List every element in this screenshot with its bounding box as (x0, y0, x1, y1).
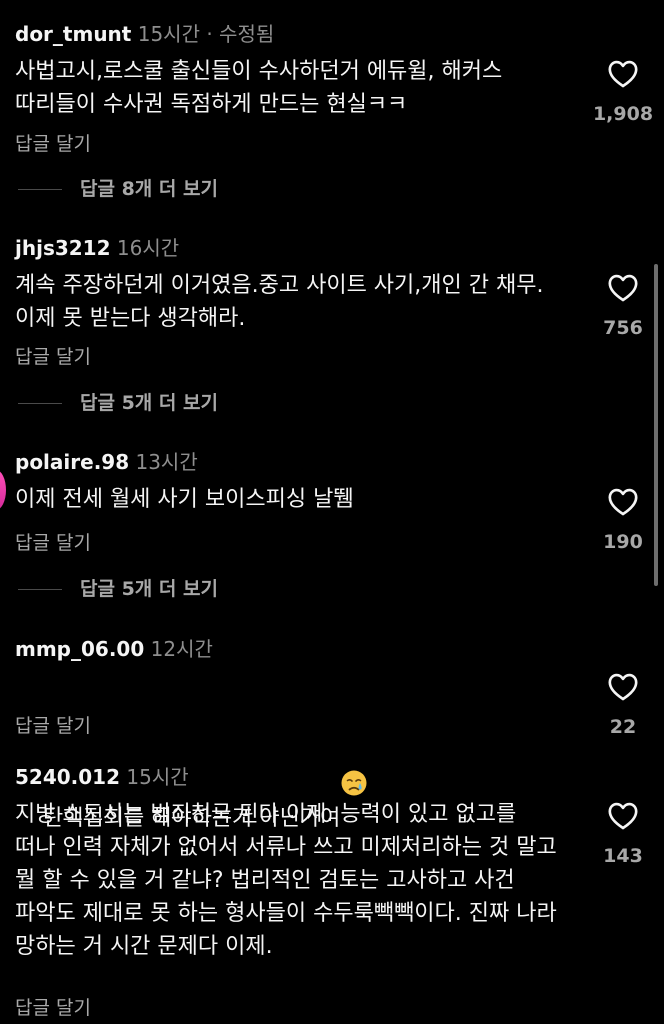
reply-button[interactable]: 답글 달기 (15, 714, 91, 738)
comment-item: 5240.012 15시간 지방 소도시는 범죄천국 된다 이제. 능력이 있고… (15, 764, 655, 1024)
like-count: 22 (609, 716, 637, 738)
reply-button[interactable]: 답글 달기 (15, 996, 91, 1020)
heart-outline-icon (583, 59, 663, 88)
scrollbar[interactable] (654, 264, 658, 586)
comment-text: 지방 소도시는 범죄천국 된다 이제. 능력이 있고 없고를 떠나 인력 자체가… (15, 802, 564, 959)
heart-outline-icon (583, 487, 663, 516)
meta-separator: · (206, 22, 213, 46)
comment-meta: 5240.012 15시간 (15, 764, 189, 790)
comment-time: 13시간 (135, 450, 198, 474)
reply-thread-line (18, 188, 62, 190)
comment-username[interactable]: jhjs3212 (15, 236, 111, 260)
like-count: 1,908 (592, 103, 654, 125)
comment-username[interactable]: polaire.98 (15, 450, 129, 474)
comment-username[interactable]: 5240.012 (15, 765, 120, 789)
like-button[interactable]: 1,908 (583, 59, 663, 126)
like-button[interactable]: 756 (583, 273, 663, 340)
view-replies-button[interactable]: 답글 5개 더 보기 (15, 577, 218, 601)
view-replies-button[interactable]: 답글 5개 더 보기 (15, 391, 218, 415)
view-replies-label: 답글 8개 더 보기 (80, 178, 218, 200)
comment-time: 16시간 (116, 236, 180, 260)
comment-username[interactable]: mmp_06.00 (15, 637, 144, 661)
comment-time: 12시간 (150, 637, 213, 661)
comment-text: 계속 주장하던게 이거였음.중고 사이트 사기,개인 간 채무.이제 못 받는다… (15, 273, 544, 331)
comment-item: mmp_06.00 12시간 탄핵집회를 해야하는거 아닌가여 답글 달기 22 (15, 636, 655, 831)
comment-meta: jhjs3212 16시간 (15, 235, 179, 261)
comment-username[interactable]: dor_tmunt (15, 22, 131, 46)
reply-button[interactable]: 답글 달기 (15, 531, 91, 555)
view-replies-label: 답글 5개 더 보기 (80, 578, 218, 600)
comment-text: 사법고시,로스쿨 출신들이 수사하던거 에듀윌, 해커스 따리들이 수사권 독점… (15, 59, 510, 117)
comment-meta: mmp_06.00 12시간 (15, 636, 213, 662)
comment-time: 15시간 (126, 765, 189, 789)
view-replies-button[interactable]: 답글 8개 더 보기 (15, 177, 218, 201)
like-count: 756 (603, 317, 643, 339)
like-count: 190 (603, 531, 643, 553)
avatar[interactable] (0, 470, 6, 510)
comment-text: 이제 전세 월세 사기 보이스피싱 날뛤 (15, 487, 354, 512)
view-replies-label: 답글 5개 더 보기 (80, 392, 218, 414)
comment-meta: polaire.98 13시간 (15, 449, 198, 475)
heart-outline-icon (583, 672, 663, 701)
like-count: 143 (603, 845, 643, 867)
like-button[interactable]: 190 (583, 487, 663, 554)
comment-item: jhjs3212 16시간 계속 주장하던게 이거였음.중고 사이트 사기,개인… (15, 235, 655, 435)
reply-thread-line (18, 402, 62, 404)
like-button[interactable]: 143 (583, 801, 663, 868)
reply-button[interactable]: 답글 달기 (15, 132, 91, 156)
heart-outline-icon (583, 273, 663, 302)
reply-button[interactable]: 답글 달기 (15, 345, 91, 369)
comment-time: 15시간 (137, 22, 200, 46)
comment-item: dor_tmunt 15시간 · 수정됨 사법고시,로스쿨 출신들이 수사하던거… (15, 21, 655, 221)
reply-thread-line (18, 588, 62, 590)
edited-label: 수정됨 (219, 22, 275, 46)
comment-item: polaire.98 13시간 이제 전세 월세 사기 보이스피싱 날뛤 답글 … (15, 449, 655, 609)
crying-face-emoji (340, 703, 368, 796)
comment-meta: dor_tmunt 15시간 · 수정됨 (15, 21, 274, 47)
heart-outline-icon (583, 801, 663, 830)
like-button[interactable]: 22 (583, 672, 663, 739)
